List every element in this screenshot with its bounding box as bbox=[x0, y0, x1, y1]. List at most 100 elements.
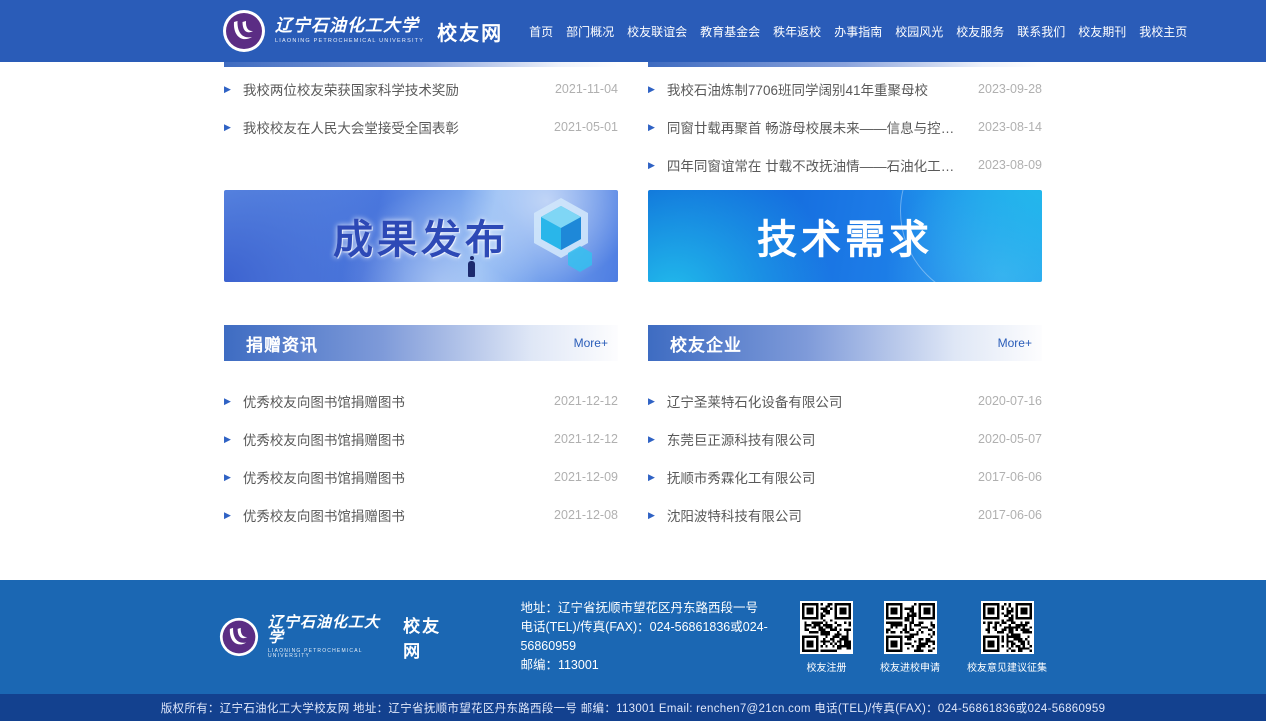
top-news-right-column: ▶ 我校石油炼制7706班同学阔别41年重聚母校 2023-09-28 ▶ 同窗… bbox=[648, 62, 1042, 184]
triangle-bullet-icon: ▶ bbox=[224, 511, 231, 520]
qr-code-alumni-register bbox=[800, 601, 853, 654]
news-row[interactable]: ▶ 同窗廿载再聚首 畅游母校展未来——信息与控制工程... 2023-08-14 bbox=[648, 108, 1042, 146]
site-logo[interactable]: 辽宁石油化工大学 LIAONING PETROCHEMICAL UNIVERSI… bbox=[222, 9, 503, 53]
footer-qr-group: 校友注册 校友进校申请 校友意见建议征集 bbox=[800, 601, 1047, 674]
nav-item-alumni-service[interactable]: 校友服务 bbox=[956, 23, 1004, 40]
news-row[interactable]: ▶ 我校石油炼制7706班同学阔别41年重聚母校 2023-09-28 bbox=[648, 70, 1042, 108]
news-date: 2017-06-06 bbox=[978, 508, 1042, 522]
nav-item-university-homepage[interactable]: 我校主页 bbox=[1139, 23, 1187, 40]
bottom-lists-row: ▶ 优秀校友向图书馆捐赠图书 2021-12-12 ▶ 优秀校友向图书馆捐赠图书… bbox=[224, 382, 1042, 534]
news-date: 2021-12-12 bbox=[554, 394, 618, 408]
news-row[interactable]: ▶ 辽宁圣莱特石化设备有限公司 2020-07-16 bbox=[648, 382, 1042, 420]
triangle-bullet-icon: ▶ bbox=[648, 435, 655, 444]
news-title: 四年同窗谊常在 廿载不改抚油情——石油化工学院化... bbox=[667, 155, 964, 175]
tech-demand-banner[interactable]: 技术需求 bbox=[648, 190, 1042, 282]
news-date: 2021-12-08 bbox=[554, 508, 618, 522]
nav-item-alumni-journal[interactable]: 校友期刊 bbox=[1078, 23, 1126, 40]
triangle-bullet-icon: ▶ bbox=[648, 85, 655, 94]
news-title: 沈阳波特科技有限公司 bbox=[667, 505, 964, 525]
news-row[interactable]: ▶ 沈阳波特科技有限公司 2017-06-06 bbox=[648, 496, 1042, 534]
university-name-en: LIAONING PETROCHEMICAL UNIVERSITY bbox=[275, 39, 424, 45]
top-news-left-column: ▶ 我校两位校友荣获国家科学技术奖励 2021-11-04 ▶ 我校校友在人民大… bbox=[224, 62, 618, 184]
main-content: ▶ 我校两位校友荣获国家科学技术奖励 2021-11-04 ▶ 我校校友在人民大… bbox=[0, 62, 1266, 580]
qr-label: 校友注册 bbox=[807, 659, 847, 674]
news-date: 2017-06-06 bbox=[978, 470, 1042, 484]
triangle-bullet-icon: ▶ bbox=[648, 473, 655, 482]
qr-label: 校友进校申请 bbox=[880, 659, 940, 674]
news-row[interactable]: ▶ 优秀校友向图书馆捐赠图书 2021-12-08 bbox=[224, 496, 618, 534]
news-row[interactable]: ▶ 我校两位校友荣获国家科学技术奖励 2021-11-04 bbox=[224, 70, 618, 108]
donation-section-header: 捐赠资讯 More+ bbox=[224, 325, 618, 361]
news-row[interactable]: ▶ 优秀校友向图书馆捐赠图书 2021-12-12 bbox=[224, 420, 618, 458]
donation-list: ▶ 优秀校友向图书馆捐赠图书 2021-12-12 ▶ 优秀校友向图书馆捐赠图书… bbox=[224, 382, 618, 534]
person-silhouette-icon bbox=[468, 261, 475, 277]
news-title: 东莞巨正源科技有限公司 bbox=[667, 429, 964, 449]
section-header-strip bbox=[224, 62, 618, 67]
news-row[interactable]: ▶ 我校校友在人民大会堂接受全国表彰 2021-05-01 bbox=[224, 108, 618, 146]
enterprise-section-header: 校友企业 More+ bbox=[648, 325, 1042, 361]
news-date: 2020-07-16 bbox=[978, 394, 1042, 408]
news-row[interactable]: ▶ 东莞巨正源科技有限公司 2020-05-07 bbox=[648, 420, 1042, 458]
qr-label: 校友意见建议征集 bbox=[967, 659, 1047, 674]
news-title: 我校石油炼制7706班同学阔别41年重聚母校 bbox=[667, 79, 964, 99]
triangle-bullet-icon: ▶ bbox=[224, 435, 231, 444]
qr-item-feedback: 校友意见建议征集 bbox=[967, 601, 1047, 674]
triangle-bullet-icon: ▶ bbox=[224, 123, 231, 132]
university-emblem-icon bbox=[219, 617, 259, 657]
news-row[interactable]: ▶ 优秀校友向图书馆捐赠图书 2021-12-12 bbox=[224, 382, 618, 420]
news-date: 2023-08-14 bbox=[978, 120, 1042, 134]
university-name: 辽宁石油化工大学 LIAONING PETROCHEMICAL UNIVERSI… bbox=[268, 615, 393, 659]
nav-item-home[interactable]: 首页 bbox=[529, 23, 553, 40]
enterprise-list: ▶ 辽宁圣莱特石化设备有限公司 2020-07-16 ▶ 东莞巨正源科技有限公司… bbox=[648, 382, 1042, 534]
news-date: 2023-08-09 bbox=[978, 158, 1042, 172]
nav-item-education-fund[interactable]: 教育基金会 bbox=[700, 23, 760, 40]
page-footer: 辽宁石油化工大学 LIAONING PETROCHEMICAL UNIVERSI… bbox=[0, 580, 1266, 694]
news-title: 优秀校友向图书馆捐赠图书 bbox=[243, 505, 540, 525]
news-title: 我校校友在人民大会堂接受全国表彰 bbox=[243, 117, 540, 137]
donation-more-link[interactable]: More+ bbox=[574, 336, 618, 350]
footer-phone-fax: 电话(TEL)/传真(FAX)：024-56861836或024-5686095… bbox=[520, 618, 800, 656]
news-row[interactable]: ▶ 优秀校友向图书馆捐赠图书 2021-12-09 bbox=[224, 458, 618, 496]
qr-item-register: 校友注册 bbox=[800, 601, 853, 674]
university-name: 辽宁石油化工大学 LIAONING PETROCHEMICAL UNIVERSI… bbox=[275, 18, 424, 45]
news-title: 优秀校友向图书馆捐赠图书 bbox=[243, 467, 540, 487]
news-title: 我校两位校友荣获国家科学技术奖励 bbox=[243, 79, 541, 99]
nav-item-contact-us[interactable]: 联系我们 bbox=[1017, 23, 1065, 40]
site-title: 校友网 bbox=[437, 17, 503, 46]
section-header-strip bbox=[648, 62, 1042, 67]
news-date: 2021-12-12 bbox=[554, 432, 618, 446]
achievements-banner[interactable]: 成果发布 bbox=[224, 190, 618, 282]
section-title: 校友企业 bbox=[648, 331, 742, 356]
news-row[interactable]: ▶ 抚顺市秀霖化工有限公司 2017-06-06 bbox=[648, 458, 1042, 496]
footer-logo[interactable]: 辽宁石油化工大学 LIAONING PETROCHEMICAL UNIVERSI… bbox=[219, 612, 454, 662]
nav-item-departments[interactable]: 部门概况 bbox=[566, 23, 614, 40]
news-title: 抚顺市秀霖化工有限公司 bbox=[667, 467, 964, 487]
triangle-bullet-icon: ▶ bbox=[224, 473, 231, 482]
triangle-bullet-icon: ▶ bbox=[224, 85, 231, 94]
news-title: 同窗廿载再聚首 畅游母校展未来——信息与控制工程... bbox=[667, 117, 964, 137]
nav-item-campus-scenery[interactable]: 校园风光 bbox=[895, 23, 943, 40]
university-name-en: LIAONING PETROCHEMICAL UNIVERSITY bbox=[268, 649, 393, 659]
achievements-banner-label: 成果发布 bbox=[333, 207, 509, 265]
section-headers-row: 捐赠资讯 More+ 校友企业 More+ bbox=[224, 325, 1042, 361]
nav-item-reunion[interactable]: 秩年返校 bbox=[773, 23, 821, 40]
qr-code-campus-entry-application bbox=[884, 601, 937, 654]
footer-zipcode: 邮编：113001 bbox=[520, 656, 800, 675]
enterprise-more-link[interactable]: More+ bbox=[998, 336, 1042, 350]
footer-contact-info: 地址：辽宁省抚顺市望花区丹东路西段一号 电话(TEL)/传真(FAX)：024-… bbox=[520, 599, 800, 675]
tech-demand-banner-label: 技术需求 bbox=[757, 207, 933, 265]
triangle-bullet-icon: ▶ bbox=[648, 161, 655, 170]
university-name-cn: 辽宁石油化工大学 bbox=[275, 18, 424, 35]
news-date: 2021-12-09 bbox=[554, 470, 618, 484]
footer-address: 地址：辽宁省抚顺市望花区丹东路西段一号 bbox=[520, 599, 800, 618]
news-title: 辽宁圣莱特石化设备有限公司 bbox=[667, 391, 964, 411]
qr-item-campus-entry: 校友进校申请 bbox=[880, 601, 940, 674]
triangle-bullet-icon: ▶ bbox=[648, 397, 655, 406]
news-date: 2021-11-04 bbox=[555, 82, 618, 96]
nav-item-service-guide[interactable]: 办事指南 bbox=[834, 23, 882, 40]
news-row[interactable]: ▶ 四年同窗谊常在 廿载不改抚油情——石油化工学院化... 2023-08-09 bbox=[648, 146, 1042, 184]
copyright-bar: 版权所有：辽宁石油化工大学校友网 地址：辽宁省抚顺市望花区丹东路西段一号 邮编：… bbox=[0, 694, 1266, 721]
news-title: 优秀校友向图书馆捐赠图书 bbox=[243, 429, 540, 449]
university-emblem-icon bbox=[222, 9, 266, 53]
nav-item-alumni-association[interactable]: 校友联谊会 bbox=[627, 23, 687, 40]
